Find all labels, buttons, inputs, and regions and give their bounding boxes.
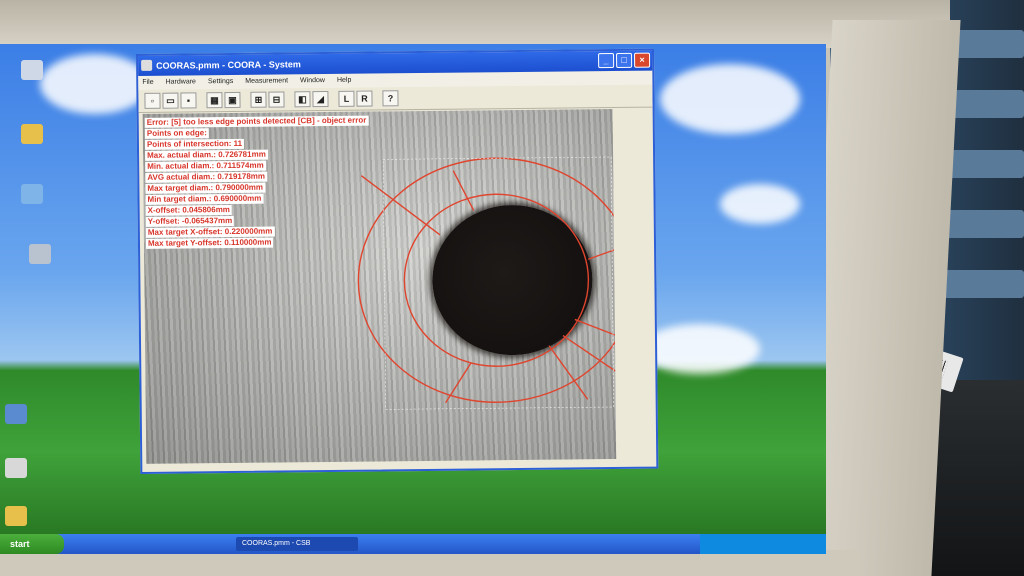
menu-help[interactable]: Help: [337, 74, 352, 88]
taskbar-app-button[interactable]: COORAS.pmm - CSB: [236, 537, 358, 551]
app-icon: [141, 59, 153, 71]
maximize-button[interactable]: □: [616, 52, 633, 68]
help-icon[interactable]: ?: [382, 90, 399, 107]
menu-file[interactable]: File: [142, 76, 153, 90]
desktop-icon[interactable]: [2, 184, 62, 206]
new-icon[interactable]: ▫: [144, 92, 161, 109]
cloud: [720, 184, 800, 224]
measurement-app-window: COORAS.pmm - COORA - System _ □ × File H…: [136, 48, 659, 474]
desktop-icon[interactable]: [10, 244, 70, 266]
result-line: AVG actual diam.: 0.719178mm: [145, 171, 268, 183]
result-line: Max target diam.: 0.790000mm: [145, 182, 266, 194]
result-line: Min target diam.: 0.690000mm: [145, 193, 264, 205]
right-icon[interactable]: R: [356, 90, 373, 107]
contrast-icon[interactable]: ◢: [312, 90, 329, 108]
program-icon: [21, 184, 43, 204]
save-icon[interactable]: ▪: [180, 92, 197, 109]
start-button[interactable]: start: [0, 534, 64, 554]
measure-icon[interactable]: ⊞: [250, 91, 267, 108]
result-line: Max target X-offset: 0.220000mm: [145, 226, 275, 238]
target-circle-inner: [403, 193, 590, 367]
ie-icon: [5, 404, 27, 424]
folder-icon: [21, 124, 43, 144]
result-line: X-offset: 0.045806mm: [145, 205, 232, 216]
monitor-bezel-top: [0, 0, 950, 48]
error-message: Error: [5] too less edge points detected…: [144, 115, 369, 128]
result-line: Y-offset: -0.065437mm: [145, 215, 235, 227]
program-icon: [5, 458, 27, 478]
open-icon[interactable]: ▭: [162, 92, 179, 109]
window-title: COORAS.pmm - COORA - System: [156, 59, 301, 71]
desktop-screen: COORAS.pmm - COORA - System _ □ × File H…: [0, 44, 826, 554]
menu-hardware[interactable]: Hardware: [166, 75, 197, 89]
left-icon[interactable]: L: [338, 90, 355, 107]
edge-ray: [452, 170, 475, 211]
result-line: Points of intersection: 11: [144, 138, 245, 150]
target-circle-outer: [357, 157, 617, 403]
result-line: Points on edge:: [144, 128, 209, 139]
close-button[interactable]: ×: [634, 52, 651, 68]
taskbar: start COORAS.pmm - CSB: [0, 534, 826, 554]
grid-icon[interactable]: ▦: [206, 92, 223, 109]
edge-ray: [548, 345, 589, 400]
menu-settings[interactable]: Settings: [208, 75, 233, 89]
capture-icon[interactable]: ▣: [224, 91, 241, 109]
program-icon: [29, 244, 51, 264]
edge-ray: [445, 362, 472, 404]
desktop-icon[interactable]: [2, 124, 62, 146]
result-line: Min. actual diam.: 0.711574mm: [145, 160, 266, 172]
computer-icon: [21, 60, 43, 80]
desktop-icon[interactable]: [2, 60, 62, 82]
desktop-icon[interactable]: [0, 404, 46, 426]
folder-icon: [5, 506, 27, 526]
edge-ray: [574, 318, 616, 336]
minimize-button[interactable]: _: [598, 52, 615, 69]
menu-window[interactable]: Window: [300, 74, 325, 88]
desktop-icon[interactable]: [0, 458, 46, 480]
measurement-results: Error: [5] too less edge points detected…: [144, 115, 370, 250]
edge-icon[interactable]: ⊟: [268, 91, 285, 108]
system-tray: [700, 534, 826, 554]
result-line: Max target Y-offset: 0.110000mm: [145, 237, 274, 249]
cloud: [640, 324, 760, 374]
zoom-icon[interactable]: ◧: [294, 91, 311, 108]
desktop-icon[interactable]: [0, 506, 46, 528]
result-line: Max. actual diam.: 0.726781mm: [145, 149, 268, 161]
cloud: [660, 64, 800, 134]
menu-measurement[interactable]: Measurement: [245, 74, 288, 88]
